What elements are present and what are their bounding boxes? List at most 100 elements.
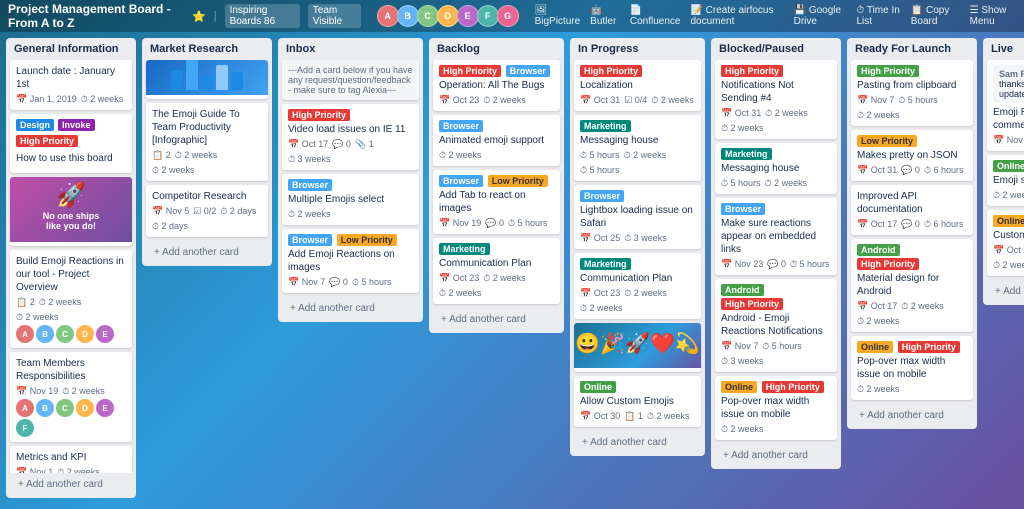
card-meta: 📅 Nov 5 ☑ 0/2 ⏱ 2 days ⏱ 2 days <box>152 206 262 232</box>
card[interactable]: Marketing Communication Plan 📅 Oct 23 ⏱ … <box>574 253 701 319</box>
avatar: E <box>96 399 114 417</box>
badge-browser: Browser <box>439 120 483 132</box>
card-title: Messaging house <box>721 162 831 175</box>
card-title: Animated emoji support <box>439 134 554 147</box>
card-meta: ⏱ 5 hours ⏱ 2 weeks ⏱ 5 hours <box>580 150 695 176</box>
card[interactable]: Online Allow Custom Emojis 📅 Oct 30 📋 1 … <box>574 376 701 427</box>
add-card-button[interactable]: + Add another card <box>715 446 837 465</box>
card-meta: ⏱ 2 weeks ⏱ 2 weeks <box>993 190 1024 201</box>
card[interactable]: Competitor Research 📅 Nov 5 ☑ 0/2 ⏱ 2 da… <box>146 185 268 237</box>
card[interactable]: Browser Animated emoji support ⏱ 2 weeks <box>433 115 560 166</box>
card-intro: ---Add a card below if you have any requ… <box>282 60 419 100</box>
badge-browser: Browser <box>506 65 550 77</box>
card[interactable]: Design Invoke High Priority How to use t… <box>10 114 132 173</box>
board-area: General Information Launch date : Januar… <box>0 32 1024 509</box>
plugin-timeinlist[interactable]: ⏱ Time In List <box>856 5 900 27</box>
list-market: Market Research The Emoji Guide To Team … <box>142 38 272 266</box>
plugin-showmenu[interactable]: ☰ Show Menu <box>970 5 1016 27</box>
list-title: General Information <box>6 38 136 60</box>
card[interactable]: Android High Priority Android - Emoji Re… <box>715 279 837 372</box>
avatar: F <box>16 419 34 437</box>
card[interactable]: High Priority Pasting from clipboard 📅 N… <box>851 60 973 126</box>
card-meta: ⏱ 2 weeks <box>288 209 413 220</box>
card-title: Launch date : January 1st <box>16 65 126 91</box>
add-card-button[interactable]: + Add another card <box>10 475 132 494</box>
badge-online: Online <box>857 341 893 353</box>
card[interactable]: Marketing Messaging house ⏱ 5 hours ⏱ 2 … <box>715 143 837 194</box>
card-infographic[interactable] <box>146 60 268 99</box>
plugin-bigpicture[interactable]: 🖼 BigPicture <box>535 5 581 27</box>
card[interactable]: High Priority Localization 📅 Oct 31 ☑ 0/… <box>574 60 701 111</box>
card-meta: 📅 Oct 23 ⏱ 2 weeks ⏱ 2 weeks <box>580 288 695 314</box>
card-meta: ⏱ 5 hours ⏱ 2 weeks <box>721 178 831 189</box>
card[interactable]: Browser Lightbox loading issue on Safari… <box>574 185 701 249</box>
card-meta: 📅 Oct 31 ☑ 0/4 ⏱ 2 weeks <box>580 95 695 106</box>
list-backlog: Backlog High Priority Browser Operation:… <box>429 38 564 333</box>
plugin-confluence[interactable]: 📄 Confluence <box>630 5 681 27</box>
plugin-copyboard[interactable]: 📋 Copy Board <box>911 5 960 27</box>
card[interactable]: Low Priority Makes pretty on JSON 📅 Oct … <box>851 130 973 181</box>
card-meta: ⏱ 2 weeks <box>721 424 831 435</box>
card-title: Operation: All The Bugs <box>439 79 554 92</box>
card[interactable]: High Priority Notifications Not Sending … <box>715 60 837 139</box>
card[interactable]: Marketing Communication Plan 📅 Oct 23 ⏱ … <box>433 238 560 304</box>
card[interactable]: Online Browser Emoji support ⏱ 2 weeks ⏱… <box>987 155 1024 206</box>
add-card-button[interactable]: + Add another card <box>433 310 560 329</box>
add-card-button[interactable]: + Add another card <box>987 282 1024 301</box>
card-emoji[interactable]: 😀🎉🚀❤️💫 <box>574 323 701 372</box>
card[interactable]: Marketing Messaging house ⏱ 5 hours ⏱ 2 … <box>574 115 701 181</box>
list-title: Blocked/Paused <box>711 38 841 60</box>
avatar: A <box>16 399 34 417</box>
card[interactable]: Online High Priority Pop-over max width … <box>715 376 837 440</box>
card[interactable]: High Priority Video load issues on IE 11… <box>282 104 419 170</box>
list-title: Live <box>983 38 1024 60</box>
board-inspiring[interactable]: Inspiring Boards 86 <box>225 4 300 28</box>
plugin-airfocus[interactable]: 📝 Create airfocus document <box>690 5 783 27</box>
card[interactable]: Browser Make sure reactions appear on em… <box>715 198 837 275</box>
card[interactable]: Metrics and KPI 📅 Nov 1 ⏱ 2 weeks ⏱ 3 we… <box>10 446 132 473</box>
card-meta: 📋 2 ⏱ 2 weeks ⏱ 2 weeks <box>152 150 262 176</box>
avatar: G <box>497 5 519 27</box>
card[interactable]: Online Browser Custom emoji for web 📅 Oc… <box>987 210 1024 276</box>
card[interactable]: Sam Freeman thanks so much for this upda… <box>987 60 1024 151</box>
label-invoke: Invoke <box>58 119 95 131</box>
add-card-button[interactable]: + Add another card <box>574 433 701 452</box>
avatar: B <box>36 325 54 343</box>
badge-marketing: Marketing <box>580 120 631 132</box>
card[interactable]: Browser Low Priority Add Tab to react on… <box>433 170 560 234</box>
card-rocket[interactable]: 🚀 No one shipslike you do! <box>10 177 132 246</box>
add-card-button[interactable]: + Add another card <box>146 243 268 262</box>
card[interactable]: Improved API documentation 📅 Oct 17 💬 0 … <box>851 185 973 235</box>
card-title: Improved API documentation <box>857 190 967 216</box>
star-icon[interactable]: ⭐ <box>192 10 206 23</box>
avatar: A <box>16 325 34 343</box>
badge-high-priority: High Priority <box>762 381 824 393</box>
plugin-butler[interactable]: 🤖 Butler <box>590 5 620 27</box>
card[interactable]: Team Members Responsibilities 📅 Nov 19 ⏱… <box>10 352 132 442</box>
card[interactable]: High Priority Browser Operation: All The… <box>433 60 560 111</box>
card-title: Add Tab to react on images <box>439 189 554 215</box>
avatar: E <box>96 325 114 343</box>
card[interactable]: Online High Priority Pop-over max width … <box>851 336 973 400</box>
add-card-button[interactable]: + Add another card <box>282 299 419 318</box>
board-team-visible[interactable]: Team Visible <box>308 4 361 28</box>
badge-online: Online <box>721 381 757 393</box>
card[interactable]: Browser Low Priority Add Emoji Reactions… <box>282 229 419 293</box>
avatar: D <box>76 325 94 343</box>
badge-browser: Browser <box>439 175 483 187</box>
card-meta: 📅 Oct 17 ⏱ 2 weeks ⏱ 2 weeks <box>857 301 967 327</box>
card-meta: 📅 Nov 1 ⏱ 2 weeks ⏱ 3 weeks <box>16 467 126 473</box>
card-meta: 📅 Oct 31 💬 0 ⏱ 6 hours <box>857 165 967 176</box>
plugin-drive[interactable]: 💾 Google Drive <box>794 5 847 27</box>
card[interactable]: Build Emoji Reactions in our tool - Proj… <box>10 250 132 348</box>
card[interactable]: Browser Multiple Emojis select ⏱ 2 weeks <box>282 174 419 225</box>
chat-bubble: Sam Freeman thanks so much for this upda… <box>993 65 1024 103</box>
card[interactable]: Launch date : January 1st 📅 Jan 1, 2019 … <box>10 60 132 110</box>
card-title: Make sure reactions appear on embedded l… <box>721 217 831 256</box>
card[interactable]: Android High Priority Material design fo… <box>851 239 973 332</box>
card[interactable]: The Emoji Guide To Team Productivity [In… <box>146 103 268 181</box>
badge-online: Online <box>580 381 616 393</box>
list-title: Backlog <box>429 38 564 60</box>
badge-low-priority: Low Priority <box>857 135 917 147</box>
add-card-button[interactable]: + Add another card <box>851 406 973 425</box>
